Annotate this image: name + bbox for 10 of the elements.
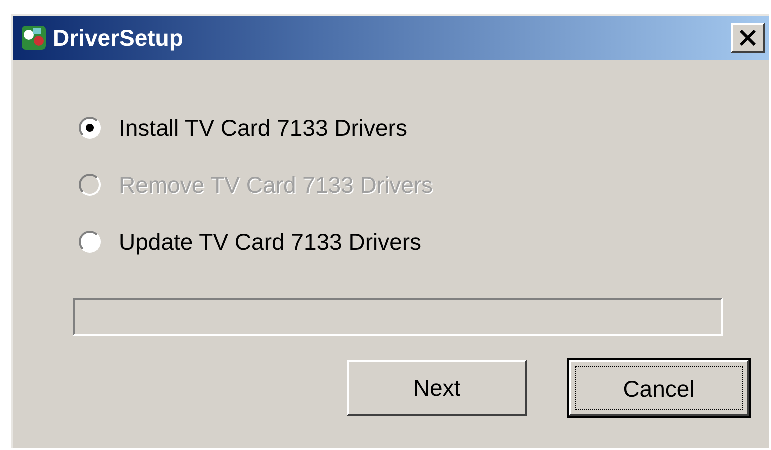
- dialog-button[interactable]: Next: [347, 360, 527, 416]
- radio-button[interactable]: [79, 117, 101, 139]
- close-icon: [739, 30, 757, 46]
- radio-button[interactable]: [79, 231, 101, 253]
- app-icon: [19, 23, 49, 53]
- option-label: Update TV Card 7133 Drivers: [119, 228, 422, 257]
- close-button[interactable]: [731, 23, 765, 53]
- option-label: Install TV Card 7133 Drivers: [119, 114, 408, 143]
- window-title: DriverSetup: [53, 24, 184, 53]
- dialog-button[interactable]: Cancel: [569, 360, 749, 416]
